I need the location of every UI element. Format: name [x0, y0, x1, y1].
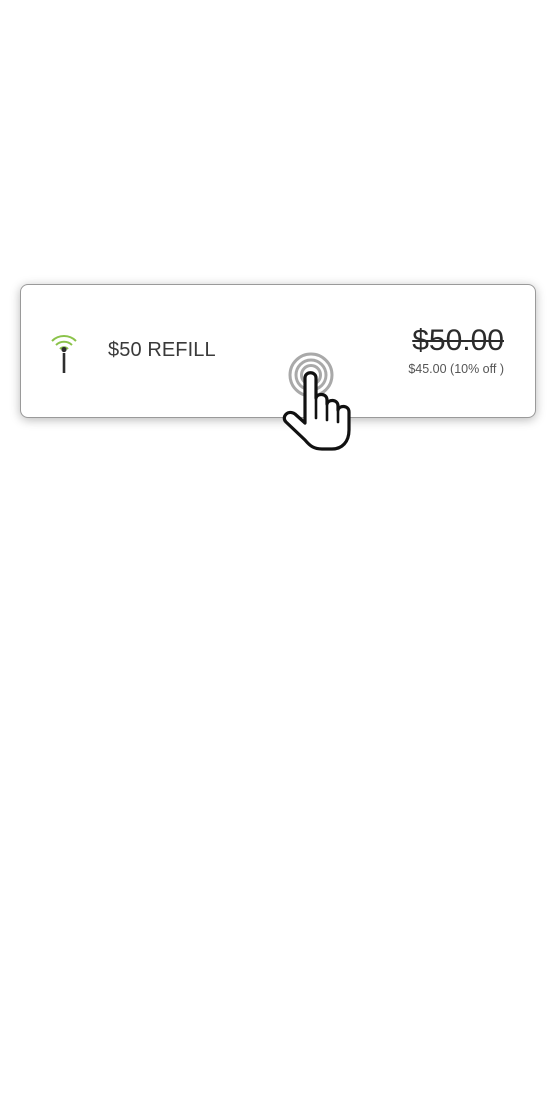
tap-hand-cursor-icon [282, 352, 351, 451]
signal-tower-icon [51, 335, 77, 373]
original-price: $50.00 [412, 324, 504, 357]
discounted-price: $45.00 (10% off ) [408, 362, 504, 376]
plan-label: $50 REFILL [108, 339, 216, 361]
